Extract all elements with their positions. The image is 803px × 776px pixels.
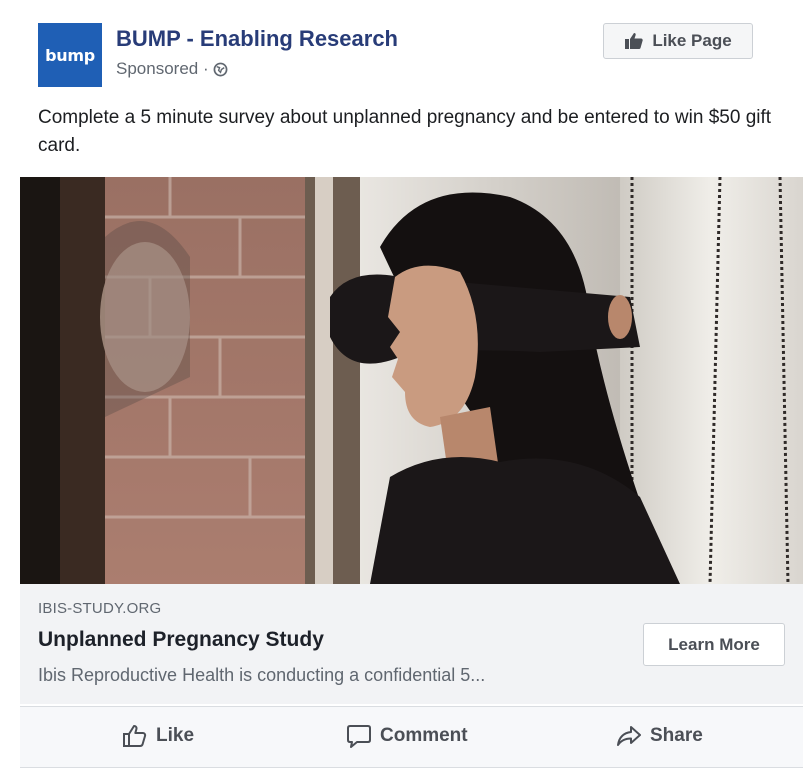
- globe-icon[interactable]: [213, 62, 228, 77]
- share-icon: [617, 726, 641, 746]
- like-icon: [123, 725, 147, 747]
- post-message: Complete a 5 minute survey about unplann…: [38, 107, 772, 156]
- like-page-label: Like Page: [652, 31, 732, 50]
- share-button[interactable]: Share: [616, 723, 703, 749]
- comment-label: Comment: [380, 725, 468, 746]
- link-preview[interactable]: IBIS-STUDY.ORG Unplanned Pregnancy Study…: [20, 584, 803, 704]
- link-headline[interactable]: Unplanned Pregnancy Study: [38, 628, 324, 652]
- avatar-logo-text: bump: [45, 45, 95, 65]
- like-button[interactable]: Like: [122, 723, 194, 749]
- link-domain: IBIS-STUDY.ORG: [38, 600, 162, 617]
- sponsored-text: Sponsored ·: [116, 59, 209, 78]
- sponsored-label: Sponsored ·: [116, 59, 228, 79]
- page-avatar[interactable]: bump: [38, 23, 102, 87]
- page-name-link[interactable]: BUMP - Enabling Research: [116, 26, 398, 52]
- action-bar: Like Comment Share: [20, 706, 803, 768]
- comment-icon: [347, 725, 371, 748]
- like-label: Like: [156, 725, 195, 746]
- link-description: Ibis Reproductive Health is conducting a…: [38, 665, 486, 685]
- thumbs-up-icon: [625, 33, 643, 49]
- learn-more-button[interactable]: Learn More: [643, 623, 785, 666]
- like-page-button[interactable]: Like Page: [603, 23, 753, 59]
- comment-button[interactable]: Comment: [346, 723, 468, 749]
- ad-image[interactable]: [20, 177, 803, 584]
- sponsored-post-card: bump BUMP - Enabling Research Sponsored …: [0, 0, 803, 776]
- share-label: Share: [650, 725, 703, 746]
